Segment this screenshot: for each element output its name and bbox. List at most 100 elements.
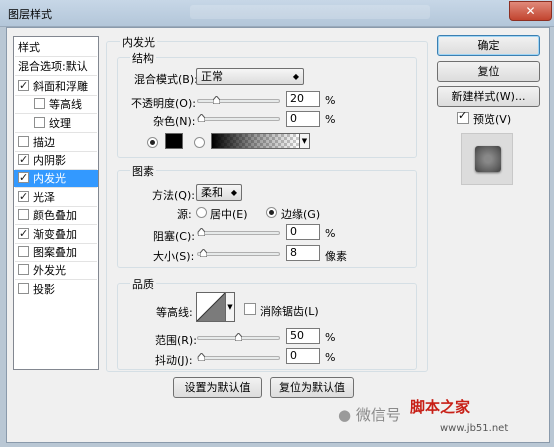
choke-input[interactable]: 0 — [286, 224, 320, 240]
style-list-checkbox[interactable] — [18, 136, 29, 147]
style-list-checkbox[interactable] — [18, 151, 29, 168]
set-default-button[interactable]: 设置为默认值 — [173, 377, 262, 398]
style-list-checkbox[interactable] — [18, 264, 29, 275]
reset-button[interactable]: 复位 — [437, 61, 540, 82]
style-list-item[interactable]: 内发光 — [14, 169, 98, 187]
preview-label: 预览(V) — [473, 113, 512, 126]
range-unit: % — [325, 331, 336, 344]
style-list-divider — [15, 56, 97, 57]
style-list-item[interactable]: 光泽 — [14, 188, 98, 206]
choke-slider[interactable] — [197, 228, 280, 236]
style-list-item[interactable]: 渐变叠加 — [14, 225, 98, 243]
size-slider-thumb[interactable] — [200, 249, 207, 257]
style-list-checkbox[interactable] — [18, 188, 29, 205]
style-list-label: 描边 — [33, 136, 55, 149]
style-list-checkbox[interactable] — [18, 225, 29, 242]
style-list-item[interactable]: 纹理 — [14, 115, 98, 132]
noise-slider-thumb[interactable] — [198, 114, 205, 122]
size-slider[interactable] — [197, 249, 280, 257]
site-watermark-name: 脚本之家 — [410, 398, 471, 416]
noise-slider[interactable] — [197, 114, 280, 122]
gradient-radio[interactable] — [194, 137, 205, 148]
style-list-label: 外发光 — [33, 264, 66, 277]
gradient-swatch[interactable] — [211, 133, 300, 149]
jitter-input[interactable]: 0 — [286, 348, 320, 364]
jitter-slider[interactable] — [197, 353, 280, 361]
ok-button[interactable]: 确定 — [437, 35, 540, 56]
contour-curve-icon — [196, 292, 226, 322]
range-input[interactable]: 50 — [286, 328, 320, 344]
range-slider[interactable] — [197, 333, 280, 341]
noise-input[interactable]: 0 — [286, 111, 320, 127]
close-button[interactable]: ✕ — [509, 1, 552, 21]
style-list-item[interactable]: 样式 — [14, 39, 98, 56]
gradient-dropdown-button[interactable]: ▼ — [300, 133, 310, 149]
choke-slider-thumb[interactable] — [198, 228, 205, 236]
choke-label: 阻塞(C): — [153, 230, 195, 243]
size-input[interactable]: 8 — [286, 245, 320, 261]
style-list-divider — [15, 75, 97, 76]
opacity-label: 不透明度(O): — [131, 97, 196, 110]
quality-title: 品质 — [130, 276, 156, 292]
new-style-button[interactable]: 新建样式(W)... — [437, 86, 540, 107]
style-list-item[interactable]: 投影 — [14, 281, 98, 298]
style-list-item[interactable]: 描边 — [14, 134, 98, 151]
glow-color-swatch[interactable] — [165, 133, 183, 149]
contour-label: 等高线: — [156, 306, 193, 319]
style-list-checkbox[interactable] — [34, 98, 45, 109]
style-list-checkbox[interactable] — [18, 246, 29, 257]
style-list-label: 内发光 — [33, 172, 66, 185]
style-list: 样式混合选项:默认斜面和浮雕等高线纹理描边内阴影内发光光泽颜色叠加渐变叠加图案叠… — [13, 36, 99, 370]
style-list-item[interactable]: 颜色叠加 — [14, 207, 98, 224]
chevron-down-icon: ▼ — [301, 137, 308, 145]
style-list-label: 颜色叠加 — [33, 209, 77, 222]
style-list-label: 样式 — [18, 41, 40, 54]
preview-checkbox[interactable] — [457, 109, 469, 124]
opacity-input[interactable]: 20 — [286, 91, 320, 107]
opacity-unit: % — [325, 94, 336, 107]
style-list-label: 内阴影 — [33, 154, 66, 167]
contour-dropdown-button[interactable]: ▼ — [226, 292, 235, 322]
style-list-label: 投影 — [33, 283, 55, 296]
wechat-icon: ● — [338, 406, 352, 424]
opacity-slider-thumb[interactable] — [213, 96, 220, 104]
method-value: 柔和 — [201, 186, 223, 199]
style-list-divider — [15, 279, 97, 280]
opacity-slider[interactable] — [197, 96, 280, 104]
method-select[interactable]: 柔和 ◆ — [196, 184, 242, 201]
contour-picker[interactable] — [196, 292, 226, 322]
source-center-radio[interactable] — [196, 207, 207, 218]
style-list-item[interactable]: 内阴影 — [14, 151, 98, 169]
chevron-down-icon: ◆ — [230, 188, 237, 197]
style-list-label: 纹理 — [49, 117, 71, 130]
solid-color-radio[interactable] — [147, 137, 158, 148]
style-list-item[interactable]: 斜面和浮雕 — [14, 77, 98, 95]
antialias-checkbox[interactable] — [244, 303, 256, 315]
noise-unit: % — [325, 113, 336, 126]
style-list-checkbox[interactable] — [18, 209, 29, 220]
style-list-checkbox[interactable] — [34, 117, 45, 128]
jitter-unit: % — [325, 351, 336, 364]
wechat-watermark: ● 微信号 — [338, 404, 401, 425]
source-edge-radio[interactable] — [266, 207, 277, 218]
style-list-checkbox[interactable] — [18, 283, 29, 294]
style-list-checkbox[interactable] — [18, 77, 29, 94]
range-slider-thumb[interactable] — [235, 333, 242, 341]
window-title: 图层样式 — [8, 8, 52, 21]
elements-title: 图素 — [130, 163, 156, 179]
style-list-item[interactable]: 等高线 — [14, 96, 98, 113]
blend-mode-label: 混合模式(B): — [134, 73, 198, 86]
jitter-slider-thumb[interactable] — [198, 353, 205, 361]
preview-thumbnail — [461, 133, 513, 185]
style-list-item[interactable]: 外发光 — [14, 262, 98, 279]
jitter-label: 抖动(J): — [155, 354, 193, 367]
reset-default-button[interactable]: 复位为默认值 — [270, 377, 354, 398]
antialias-label: 消除锯齿(L) — [260, 305, 319, 318]
style-list-item[interactable]: 混合选项:默认 — [14, 58, 98, 75]
blend-mode-select[interactable]: 正常 ◆ — [196, 68, 304, 85]
noise-label: 杂色(N): — [153, 115, 196, 128]
style-list-checkbox[interactable] — [18, 169, 29, 186]
chevron-down-icon: ▼ — [227, 303, 233, 311]
style-list-item[interactable]: 图案叠加 — [14, 244, 98, 261]
style-list-label: 渐变叠加 — [33, 228, 77, 241]
